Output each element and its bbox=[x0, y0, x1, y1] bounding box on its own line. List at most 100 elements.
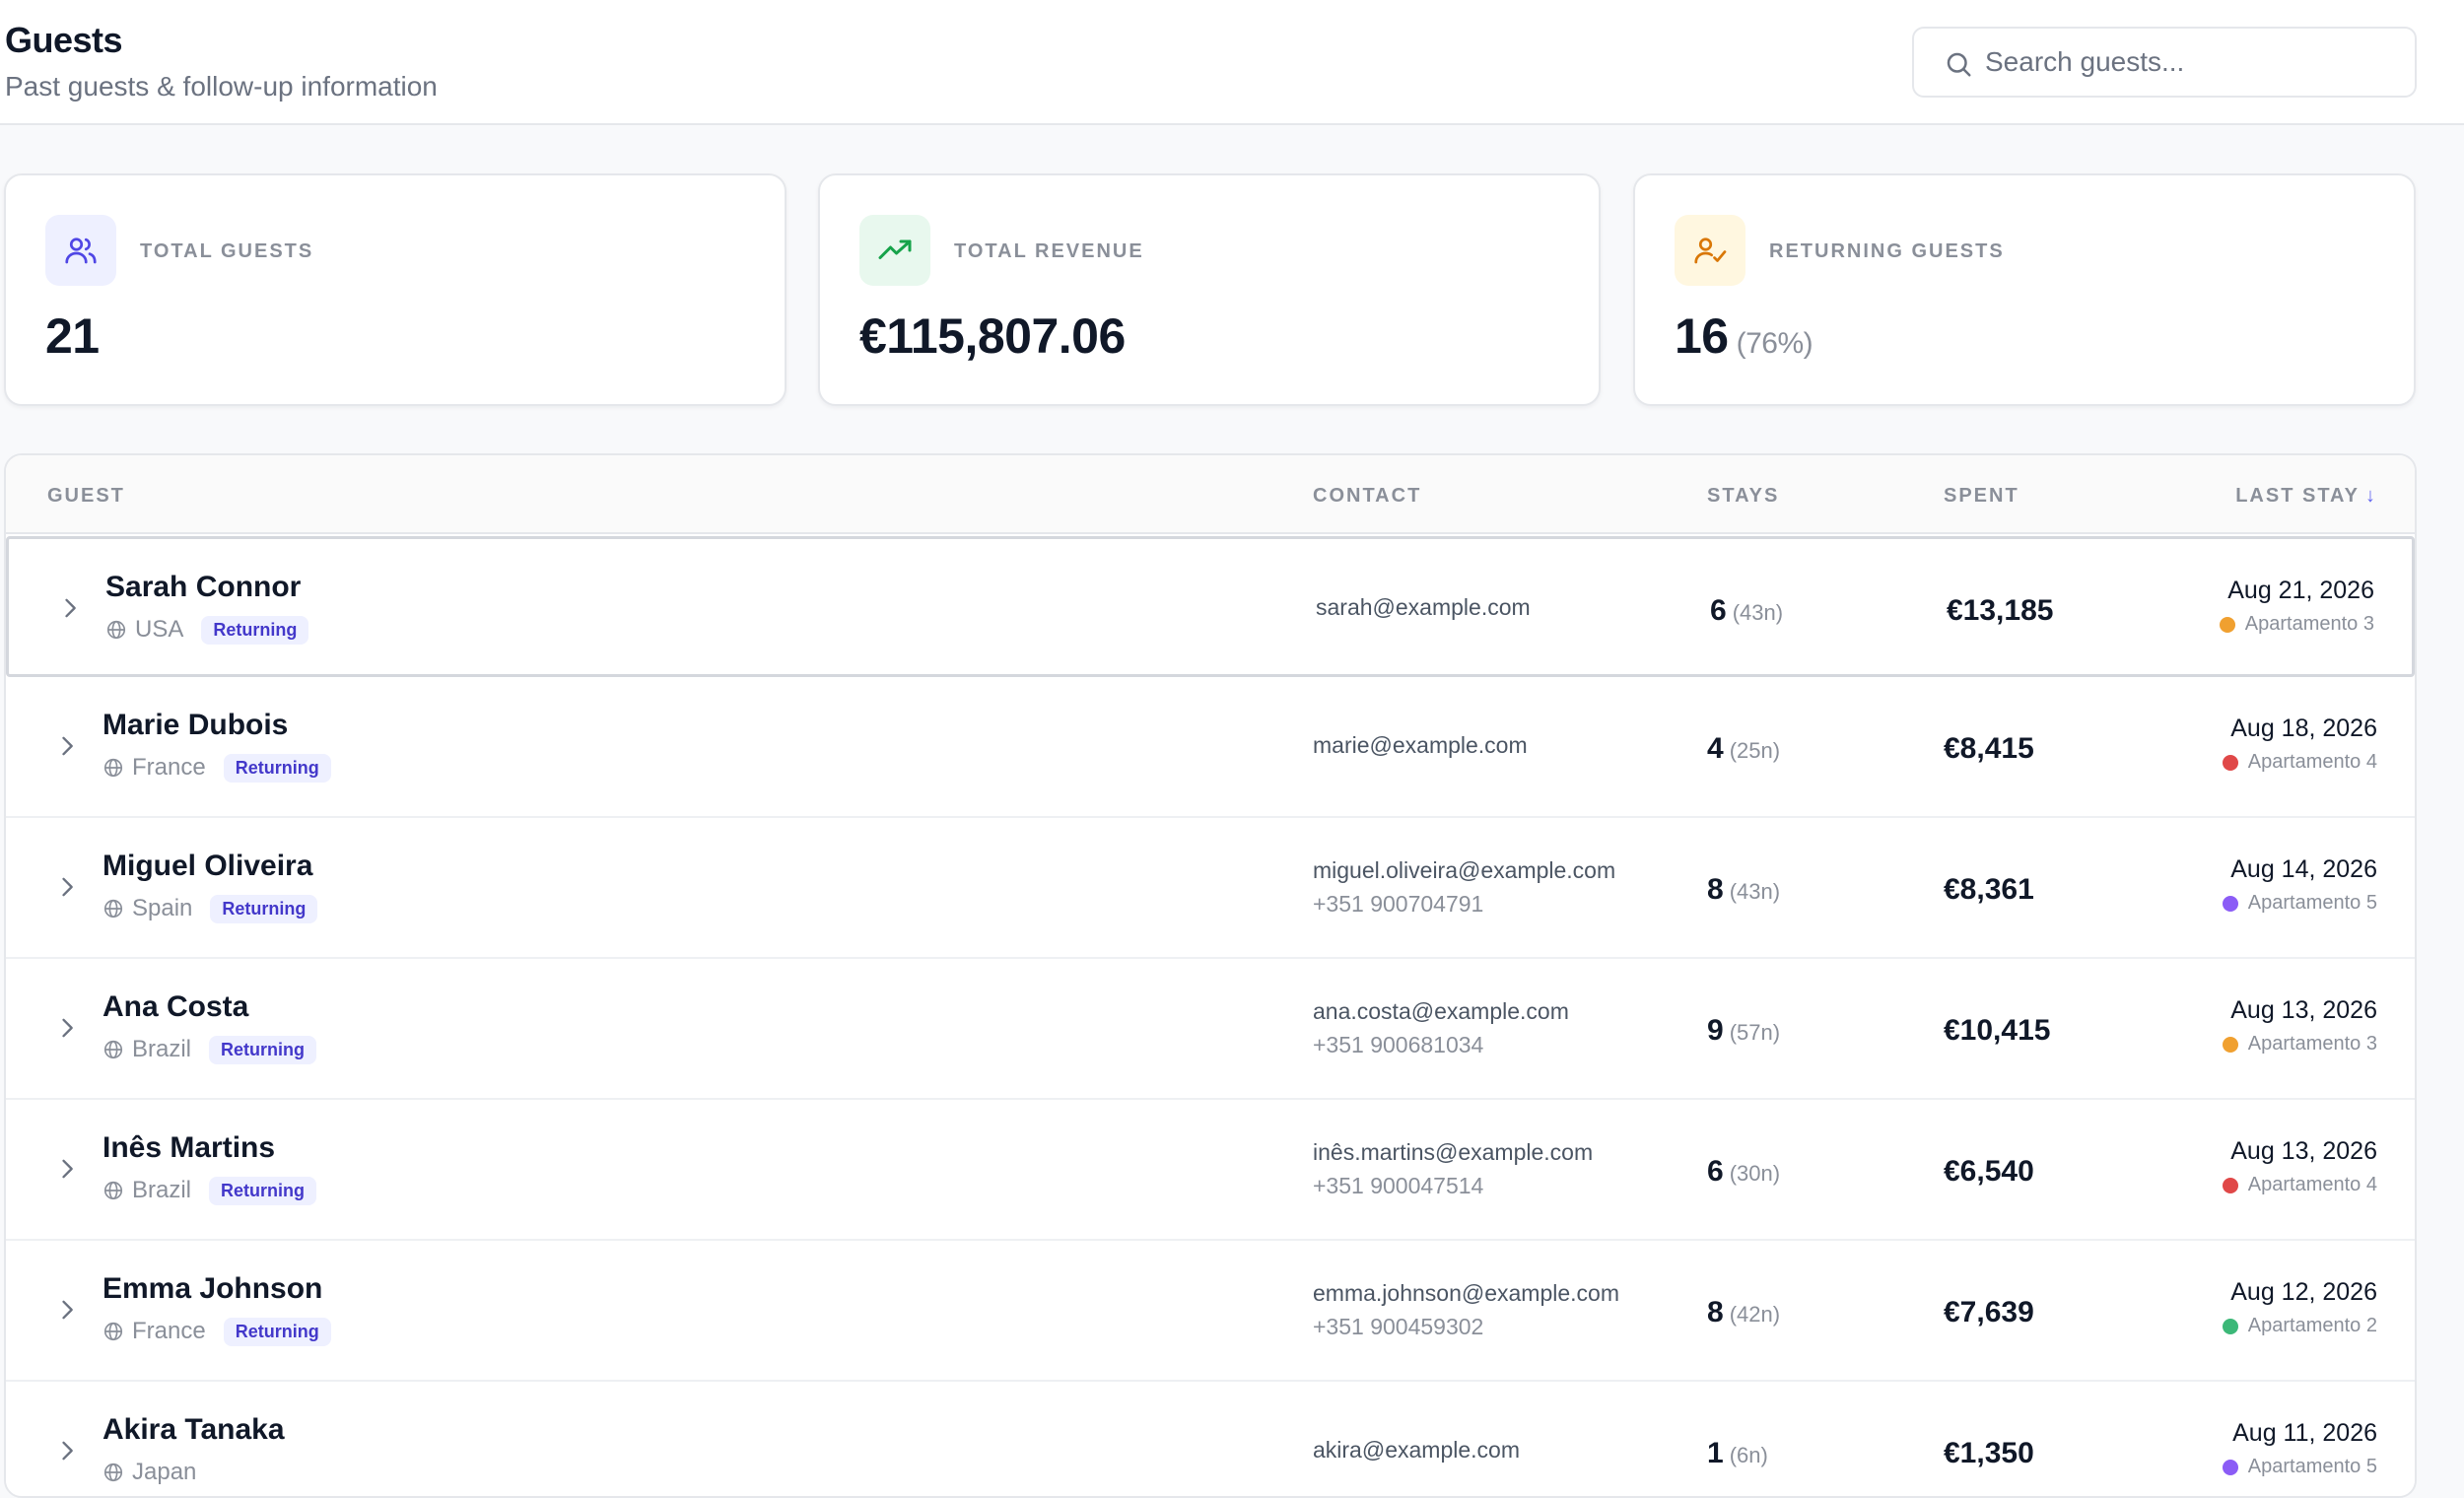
apartment-color-dot bbox=[2222, 895, 2238, 912]
page-subtitle: Past guests & follow-up information bbox=[5, 71, 438, 102]
last-stay: Aug 13, 2026 Apartamento 3 bbox=[2222, 996, 2377, 1055]
apartment-color-dot bbox=[2219, 616, 2235, 633]
globe-icon bbox=[103, 1181, 123, 1200]
last-stay: Aug 21, 2026 Apartamento 3 bbox=[2219, 577, 2374, 636]
apartment-color-dot bbox=[2222, 1318, 2238, 1334]
guest-stays: 8 (42n) bbox=[1707, 1296, 1781, 1328]
returning-badge: Returning bbox=[223, 1317, 331, 1346]
stat-card-total-revenue: TOTAL REVENUE €115,807.06 bbox=[818, 173, 1601, 406]
page-header: Guests Past guests & follow-up informati… bbox=[0, 0, 2464, 125]
guest-name[interactable]: Akira Tanaka bbox=[103, 1413, 285, 1447]
guest-spent: €7,639 bbox=[1944, 1296, 2034, 1328]
globe-icon bbox=[103, 899, 123, 919]
guest-nights: (30n) bbox=[1729, 1161, 1781, 1186]
search-box[interactable] bbox=[1912, 27, 2417, 98]
guest-email[interactable]: miguel.oliveira@example.com bbox=[1313, 857, 1615, 884]
guest-spent: €13,185 bbox=[1947, 594, 2054, 627]
table-row[interactable]: Miguel Oliveira Spain Returning miguel.oliv… bbox=[6, 818, 2415, 959]
guest-phone[interactable]: +351 900459302 bbox=[1313, 1314, 1483, 1340]
apartment-color-dot bbox=[2222, 1177, 2238, 1193]
last-stay-apartment: Apartamento 5 bbox=[2222, 892, 2377, 915]
chevron-right-icon[interactable] bbox=[53, 1014, 81, 1042]
last-stay: Aug 11, 2026 Apartamento 5 bbox=[2222, 1419, 2377, 1478]
guest-phone[interactable]: +351 900704791 bbox=[1313, 891, 1483, 918]
guest-spent: €8,415 bbox=[1944, 732, 2034, 765]
table-row[interactable]: Inês Martins Brazil Returning inês.martins@… bbox=[6, 1100, 2415, 1241]
search-icon bbox=[1947, 52, 1971, 77]
guest-stays: 4 (25n) bbox=[1707, 732, 1781, 765]
guest-meta: USA Returning bbox=[105, 614, 309, 646]
guest-name[interactable]: Marie Dubois bbox=[103, 709, 288, 742]
last-stay-apartment: Apartamento 4 bbox=[2222, 1174, 2377, 1196]
table-row[interactable]: Sarah Connor USA Returning sarah@example.co… bbox=[6, 536, 2415, 677]
guest-name[interactable]: Sarah Connor bbox=[105, 571, 301, 604]
returning-badge: Returning bbox=[210, 894, 318, 923]
table-row[interactable]: Marie Dubois France Returning marie@example… bbox=[6, 677, 2415, 818]
chevron-right-icon[interactable] bbox=[53, 732, 81, 760]
guest-country: Brazil bbox=[132, 1036, 192, 1062]
stat-label: TOTAL REVENUE bbox=[954, 240, 1144, 262]
guest-meta: Brazil Returning bbox=[103, 1175, 317, 1206]
guest-email[interactable]: akira@example.com bbox=[1313, 1437, 1520, 1464]
last-stay-apartment: Apartamento 2 bbox=[2222, 1315, 2377, 1337]
user-check-icon bbox=[1675, 215, 1745, 286]
apartment-color-dot bbox=[2222, 754, 2238, 771]
chevron-right-icon[interactable] bbox=[53, 1296, 81, 1324]
column-header-guest[interactable]: GUEST bbox=[47, 485, 125, 508]
guest-meta: Japan bbox=[103, 1457, 196, 1488]
guest-email[interactable]: emma.johnson@example.com bbox=[1313, 1280, 1619, 1307]
guest-nights: (57n) bbox=[1729, 1020, 1781, 1045]
guest-stays: 8 (43n) bbox=[1707, 873, 1781, 906]
table-row[interactable]: Akira Tanaka Japan akira@example.com 1 (6n) €… bbox=[6, 1382, 2415, 1496]
guest-nights: (42n) bbox=[1729, 1302, 1781, 1327]
guest-name[interactable]: Ana Costa bbox=[103, 990, 248, 1024]
guest-spent: €6,540 bbox=[1944, 1155, 2034, 1188]
last-stay-apartment: Apartamento 5 bbox=[2222, 1456, 2377, 1478]
guest-name[interactable]: Inês Martins bbox=[103, 1131, 275, 1165]
stat-card-returning-guests: RETURNING GUESTS 16 (76%) bbox=[1633, 173, 2416, 406]
guest-name[interactable]: Emma Johnson bbox=[103, 1272, 322, 1306]
chevron-right-icon[interactable] bbox=[53, 1437, 81, 1464]
last-stay-date: Aug 11, 2026 bbox=[2232, 1419, 2377, 1447]
table-row[interactable]: Ana Costa Brazil Returning ana.costa@exampl… bbox=[6, 959, 2415, 1100]
last-stay-date: Aug 13, 2026 bbox=[2230, 1137, 2377, 1165]
stat-label: TOTAL GUESTS bbox=[140, 240, 314, 262]
table-row[interactable]: Emma Johnson France Returning emma.johnson@… bbox=[6, 1241, 2415, 1382]
column-header-last-stay[interactable]: LAST STAY ↓ bbox=[2235, 485, 2377, 508]
guest-country: USA bbox=[135, 616, 184, 643]
chevron-right-icon[interactable] bbox=[53, 873, 81, 901]
guest-name[interactable]: Miguel Oliveira bbox=[103, 850, 312, 883]
apartment-color-dot bbox=[2222, 1459, 2238, 1475]
guest-meta: Brazil Returning bbox=[103, 1034, 317, 1065]
column-header-contact[interactable]: CONTACT bbox=[1313, 485, 1421, 508]
search-input[interactable] bbox=[1985, 29, 2399, 96]
guest-email[interactable]: ana.costa@example.com bbox=[1313, 998, 1569, 1025]
guest-phone[interactable]: +351 900047514 bbox=[1313, 1173, 1483, 1199]
guest-stays: 6 (43n) bbox=[1710, 594, 1784, 627]
last-stay-apartment: Apartamento 3 bbox=[2222, 1033, 2377, 1055]
globe-icon bbox=[103, 758, 123, 778]
stat-label: RETURNING GUESTS bbox=[1769, 240, 2005, 262]
returning-badge: Returning bbox=[201, 615, 309, 645]
column-header-spent[interactable]: SPENT bbox=[1944, 485, 2019, 508]
guest-email[interactable]: sarah@example.com bbox=[1316, 594, 1531, 621]
last-stay-date: Aug 18, 2026 bbox=[2230, 715, 2377, 742]
chevron-right-icon[interactable] bbox=[56, 594, 84, 622]
guest-nights: (43n) bbox=[1729, 879, 1781, 904]
last-stay: Aug 14, 2026 Apartamento 5 bbox=[2222, 855, 2377, 915]
column-header-stays[interactable]: STAYS bbox=[1707, 485, 1779, 508]
page-title: Guests bbox=[5, 20, 123, 60]
guest-phone[interactable]: +351 900681034 bbox=[1313, 1032, 1483, 1058]
apartment-color-dot bbox=[2222, 1036, 2238, 1053]
last-stay-date: Aug 21, 2026 bbox=[2227, 577, 2374, 604]
stat-value: 16 (76%) bbox=[1675, 308, 1814, 364]
last-stay-date: Aug 13, 2026 bbox=[2230, 996, 2377, 1024]
guest-email[interactable]: inês.martins@example.com bbox=[1313, 1139, 1593, 1166]
chevron-right-icon[interactable] bbox=[53, 1155, 81, 1183]
last-stay: Aug 18, 2026 Apartamento 4 bbox=[2222, 715, 2377, 774]
globe-icon bbox=[103, 1322, 123, 1341]
guest-email[interactable]: marie@example.com bbox=[1313, 732, 1528, 759]
stat-value: €115,807.06 bbox=[859, 308, 1126, 364]
last-stay: Aug 13, 2026 Apartamento 4 bbox=[2222, 1137, 2377, 1196]
trending-up-icon bbox=[859, 215, 930, 286]
